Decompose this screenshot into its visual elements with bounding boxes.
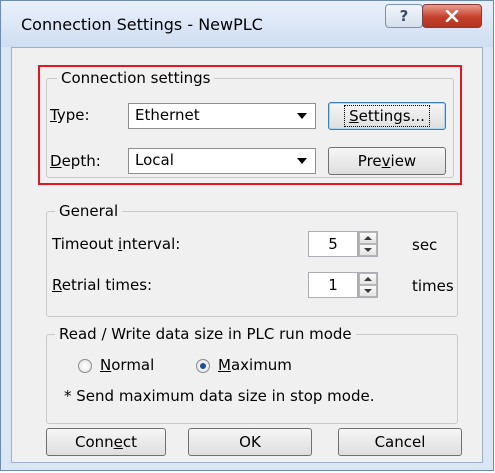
retrial-spinner[interactable]	[358, 272, 378, 298]
type-value: Ethernet	[135, 106, 200, 124]
maximum-label[interactable]: Maximum	[218, 356, 292, 374]
dialog-body: Connection settings Type: Ethernet Setti…	[11, 47, 483, 463]
timeout-input[interactable]: 5	[308, 231, 358, 257]
connection-settings-legend: Connection settings	[57, 69, 215, 87]
retrial-unit: times	[412, 277, 454, 295]
timeout-unit: sec	[412, 236, 438, 254]
settings-button-label: Settings...	[344, 105, 430, 127]
spin-down-icon[interactable]	[359, 285, 377, 297]
timeout-label: Timeout interval:	[52, 235, 181, 253]
connect-button-label: Connect	[74, 433, 138, 451]
normal-label[interactable]: Normal	[100, 356, 154, 374]
type-label: Type:	[50, 106, 90, 124]
cancel-button[interactable]: Cancel	[338, 428, 462, 456]
data-size-legend: Read / Write data size in PLC run mode	[55, 325, 356, 343]
close-button[interactable]	[422, 4, 482, 28]
connect-button[interactable]: Connect	[46, 428, 166, 456]
data-size-group: Read / Write data size in PLC run mode	[46, 325, 458, 424]
window-title: Connection Settings - NewPLC	[21, 15, 263, 34]
spin-up-icon[interactable]	[359, 232, 377, 244]
ok-button[interactable]: OK	[188, 428, 312, 456]
general-legend: General	[55, 202, 123, 220]
depth-value: Local	[135, 151, 174, 169]
title-bar[interactable]: Connection Settings - NewPLC ?	[1, 1, 493, 47]
connection-settings-dialog: Connection Settings - NewPLC ? Connectio…	[0, 0, 494, 471]
normal-radio[interactable]	[78, 359, 92, 373]
spin-down-icon[interactable]	[359, 244, 377, 256]
maximum-radio[interactable]	[196, 359, 210, 373]
chevron-down-icon	[297, 158, 307, 164]
spin-up-icon[interactable]	[359, 273, 377, 285]
chevron-down-icon	[297, 113, 307, 119]
general-group: General	[46, 202, 458, 317]
close-icon	[445, 10, 459, 22]
settings-button[interactable]: Settings...	[328, 102, 446, 130]
retrial-label: Retrial times:	[52, 276, 153, 294]
cancel-button-label: Cancel	[374, 433, 426, 451]
preview-button-label: Preview	[357, 152, 417, 170]
preview-button[interactable]: Preview	[328, 147, 446, 175]
retrial-input[interactable]: 1	[308, 272, 358, 298]
data-size-note: * Send maximum data size in stop mode.	[64, 387, 375, 405]
help-button[interactable]: ?	[385, 4, 423, 28]
timeout-spinner[interactable]	[358, 231, 378, 257]
depth-label: Depth:	[50, 152, 101, 170]
type-select[interactable]: Ethernet	[128, 103, 316, 129]
ok-button-label: OK	[239, 433, 261, 451]
help-icon: ?	[399, 7, 409, 25]
depth-select[interactable]: Local	[128, 148, 316, 174]
